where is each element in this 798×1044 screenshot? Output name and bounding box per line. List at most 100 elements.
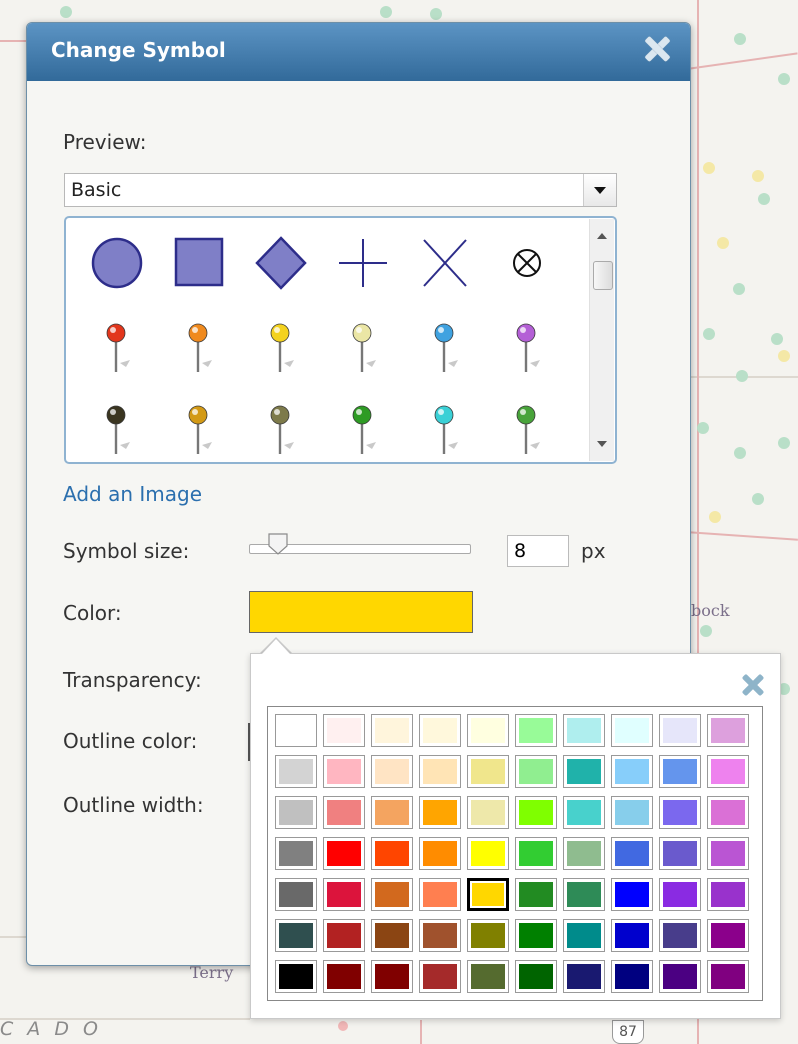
color-option[interactable] <box>608 751 656 792</box>
pushpin-icon[interactable] <box>168 398 230 460</box>
color-option[interactable] <box>464 956 512 997</box>
color-option[interactable] <box>272 710 320 751</box>
color-option[interactable] <box>320 956 368 997</box>
color-option[interactable] <box>320 874 368 915</box>
color-option[interactable] <box>416 915 464 956</box>
color-option[interactable] <box>608 833 656 874</box>
color-option[interactable] <box>368 874 416 915</box>
color-option[interactable] <box>416 833 464 874</box>
color-option[interactable] <box>512 915 560 956</box>
color-option[interactable] <box>272 751 320 792</box>
cross-icon[interactable] <box>332 232 394 294</box>
symbol-set-dropdown[interactable]: Basic <box>64 173 617 207</box>
color-option[interactable] <box>272 792 320 833</box>
color-option[interactable] <box>656 956 704 997</box>
color-option[interactable] <box>656 915 704 956</box>
color-option[interactable] <box>656 792 704 833</box>
color-option[interactable] <box>560 874 608 915</box>
color-option[interactable] <box>464 874 512 915</box>
color-option[interactable] <box>464 751 512 792</box>
color-option[interactable] <box>560 710 608 751</box>
circle-x-icon[interactable] <box>496 232 558 294</box>
color-option[interactable] <box>368 833 416 874</box>
color-option[interactable] <box>272 833 320 874</box>
color-option[interactable] <box>464 710 512 751</box>
scroll-up-icon[interactable] <box>597 233 607 239</box>
color-option[interactable] <box>608 792 656 833</box>
color-option[interactable] <box>560 751 608 792</box>
gallery-scrollbar[interactable] <box>589 219 614 461</box>
color-option[interactable] <box>272 874 320 915</box>
color-option[interactable] <box>560 915 608 956</box>
color-option[interactable] <box>320 751 368 792</box>
close-icon[interactable] <box>643 35 671 63</box>
color-option[interactable] <box>320 915 368 956</box>
color-option[interactable] <box>368 751 416 792</box>
diamond-icon[interactable] <box>250 232 312 294</box>
pushpin-icon[interactable] <box>250 398 312 460</box>
color-option[interactable] <box>704 956 752 997</box>
color-option[interactable] <box>368 710 416 751</box>
color-option[interactable] <box>320 792 368 833</box>
square-icon[interactable] <box>168 232 230 294</box>
color-option[interactable] <box>464 792 512 833</box>
color-option[interactable] <box>608 956 656 997</box>
x-icon[interactable] <box>414 232 476 294</box>
color-option[interactable] <box>416 956 464 997</box>
color-option[interactable] <box>608 915 656 956</box>
color-option[interactable] <box>704 792 752 833</box>
color-option[interactable] <box>704 874 752 915</box>
chevron-down-icon[interactable] <box>583 174 616 206</box>
color-swatch-button[interactable] <box>249 591 473 633</box>
pushpin-icon[interactable] <box>332 398 394 460</box>
color-option[interactable] <box>416 792 464 833</box>
color-option[interactable] <box>368 915 416 956</box>
symbol-size-input[interactable] <box>507 535 569 567</box>
color-option[interactable] <box>560 792 608 833</box>
dialog-titlebar[interactable]: Change Symbol <box>27 23 690 81</box>
color-option[interactable] <box>320 710 368 751</box>
color-option[interactable] <box>416 710 464 751</box>
color-option[interactable] <box>512 751 560 792</box>
color-option[interactable] <box>416 874 464 915</box>
add-image-link[interactable]: Add an Image <box>63 482 202 506</box>
color-option[interactable] <box>464 833 512 874</box>
color-option[interactable] <box>512 874 560 915</box>
color-option[interactable] <box>368 792 416 833</box>
color-option[interactable] <box>272 915 320 956</box>
pushpin-icon[interactable] <box>332 316 394 378</box>
color-option[interactable] <box>704 915 752 956</box>
color-option[interactable] <box>416 751 464 792</box>
scroll-thumb[interactable] <box>593 261 613 290</box>
pushpin-icon[interactable] <box>414 398 476 460</box>
pushpin-icon[interactable] <box>250 316 312 378</box>
color-option[interactable] <box>272 956 320 997</box>
pushpin-icon[interactable] <box>496 316 558 378</box>
color-option[interactable] <box>560 956 608 997</box>
color-option[interactable] <box>320 833 368 874</box>
close-icon[interactable] <box>742 674 764 696</box>
pushpin-icon[interactable] <box>86 398 148 460</box>
pushpin-icon[interactable] <box>86 316 148 378</box>
scroll-down-icon[interactable] <box>597 441 607 447</box>
color-option[interactable] <box>656 751 704 792</box>
color-option[interactable] <box>512 833 560 874</box>
pushpin-icon[interactable] <box>496 398 558 460</box>
color-option[interactable] <box>608 710 656 751</box>
color-option[interactable] <box>656 710 704 751</box>
color-option[interactable] <box>656 833 704 874</box>
color-option[interactable] <box>656 874 704 915</box>
color-option[interactable] <box>704 751 752 792</box>
color-option[interactable] <box>368 956 416 997</box>
slider-handle[interactable] <box>268 533 288 555</box>
pushpin-icon[interactable] <box>414 316 476 378</box>
color-option[interactable] <box>512 792 560 833</box>
color-option[interactable] <box>560 833 608 874</box>
color-option[interactable] <box>512 956 560 997</box>
circle-icon[interactable] <box>86 232 148 294</box>
color-option[interactable] <box>512 710 560 751</box>
color-option[interactable] <box>464 915 512 956</box>
pushpin-icon[interactable] <box>168 316 230 378</box>
color-option[interactable] <box>704 833 752 874</box>
color-option[interactable] <box>608 874 656 915</box>
